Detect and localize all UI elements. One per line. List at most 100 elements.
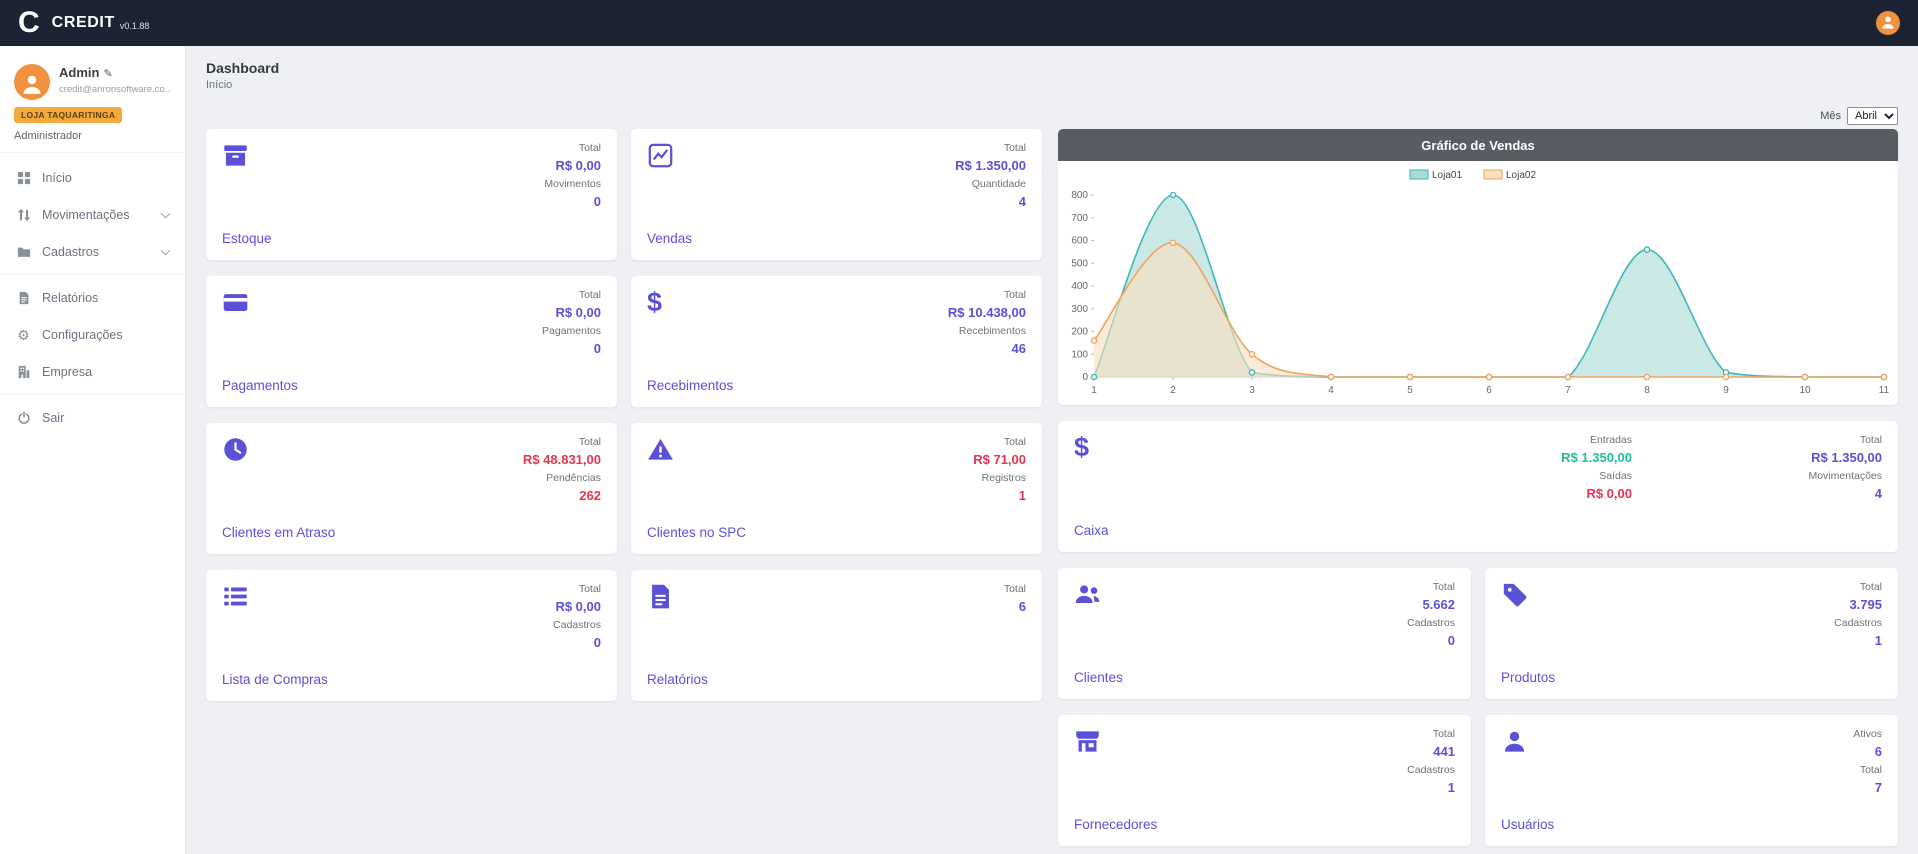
archive-icon xyxy=(222,142,249,169)
sidebar-item-sair[interactable]: Sair xyxy=(0,399,185,436)
power-icon xyxy=(16,410,31,425)
card-relatorios[interactable]: Total 6 Relatórios xyxy=(631,570,1042,701)
x-tick-label: 4 xyxy=(1328,385,1334,396)
right-card-grid: Total 5.662 Cadastros 0 Clientes Total 3… xyxy=(1058,568,1898,846)
data-point xyxy=(1723,374,1728,379)
credit-card-icon xyxy=(222,289,249,316)
chevron-down-icon xyxy=(161,208,171,218)
sidebar-item-label: Cadastros xyxy=(42,245,99,259)
sidebar-item-cadastros[interactable]: Cadastros xyxy=(0,233,185,270)
card-recebimentos[interactable]: $ Total R$ 10.438,00 Recebimentos 46 Rec… xyxy=(631,276,1042,407)
card-usuarios[interactable]: Ativos 6 Total 7 Usuários xyxy=(1485,715,1898,846)
legend-swatch xyxy=(1484,170,1502,179)
x-tick-label: 2 xyxy=(1170,385,1176,396)
warning-icon xyxy=(647,436,674,463)
document-icon xyxy=(647,583,674,610)
legend-label: Loja02 xyxy=(1506,170,1536,181)
card-title: Recebimentos xyxy=(647,378,733,393)
stat-label: Total xyxy=(1853,762,1882,778)
data-point xyxy=(1091,374,1096,379)
card-produtos[interactable]: Total 3.795 Cadastros 1 Produtos xyxy=(1485,568,1898,699)
month-select[interactable]: Abril xyxy=(1847,107,1898,125)
stat-label: Total xyxy=(1004,581,1026,597)
tag-icon xyxy=(1501,581,1528,608)
stat-value: R$ 71,00 xyxy=(973,450,1026,470)
page-title: Dashboard xyxy=(206,60,1898,76)
topbar-user-avatar[interactable] xyxy=(1876,11,1900,35)
sales-area-chart: 01002003004005006007008001234567891011Lo… xyxy=(1058,161,1898,405)
stat-label: Pagamentos xyxy=(542,323,601,339)
card-title: Usuários xyxy=(1501,817,1554,832)
stat-label: Quantidade xyxy=(955,176,1026,192)
month-filter: Mês Abril xyxy=(1058,107,1898,125)
stat-label: Saídas xyxy=(1561,468,1632,484)
card-clientes-no-spc[interactable]: Total R$ 71,00 Registros 1 Clientes no S… xyxy=(631,423,1042,554)
data-point xyxy=(1802,374,1807,379)
data-point xyxy=(1881,374,1886,379)
stat-label: Cadastros xyxy=(1834,615,1882,631)
user-avatar-icon xyxy=(20,71,44,100)
stat-label: Cadastros xyxy=(1407,615,1455,631)
sidebar-item-label: Relatórios xyxy=(42,291,98,305)
stat-value: 6 xyxy=(1853,742,1882,762)
user-role: Administrador xyxy=(14,130,171,142)
stat-value: 7 xyxy=(1853,778,1882,798)
card-title: Clientes no SPC xyxy=(647,525,746,540)
stat-value: R$ 1.350,00 xyxy=(1808,448,1882,468)
chart-title: Gráfico de Vendas xyxy=(1058,129,1898,161)
stat-label: Total xyxy=(1834,579,1882,595)
app-logo: C xyxy=(18,8,40,38)
y-tick-label: 0 xyxy=(1082,372,1088,383)
stat-value: R$ 0,00 xyxy=(542,303,601,323)
list-icon xyxy=(222,583,249,610)
y-tick-label: 300 xyxy=(1071,304,1088,315)
card-fornecedores[interactable]: Total 441 Cadastros 1 Fornecedores xyxy=(1058,715,1471,846)
legend-label: Loja01 xyxy=(1432,170,1462,181)
sidebar-item-relatorios[interactable]: Relatórios xyxy=(0,279,185,316)
user-avatar-icon xyxy=(1880,14,1896,35)
stat-value: R$ 1.350,00 xyxy=(955,156,1026,176)
stat-label: Registros xyxy=(973,470,1026,486)
user-panel: Admin✎ credit@anronsoftware.co... LOJA T… xyxy=(0,46,185,153)
stat-label: Total xyxy=(948,287,1026,303)
stat-label: Cadastros xyxy=(553,617,601,633)
brand-name: CREDIT xyxy=(52,14,115,32)
pencil-icon[interactable]: ✎ xyxy=(103,68,112,80)
stat-value: 262 xyxy=(523,486,601,506)
data-point xyxy=(1249,352,1254,357)
card-vendas[interactable]: Total R$ 1.350,00 Quantidade 4 Vendas xyxy=(631,129,1042,260)
stat-value: R$ 1.350,00 xyxy=(1561,448,1632,468)
card-stats: Total R$ 10.438,00 Recebimentos 46 xyxy=(948,287,1026,359)
user-avatar[interactable] xyxy=(14,64,50,100)
card-lista-de-compras[interactable]: Total R$ 0,00 Cadastros 0 Lista de Compr… xyxy=(206,570,617,701)
gear-icon: ⚙ xyxy=(16,327,31,342)
card-stats: Total R$ 1.350,00 Quantidade 4 xyxy=(955,140,1026,212)
card-clientes-em-atraso[interactable]: Total R$ 48.831,00 Pendências 262 Client… xyxy=(206,423,617,554)
stat-value: R$ 48.831,00 xyxy=(523,450,601,470)
card-pagamentos[interactable]: Total R$ 0,00 Pagamentos 0 Pagamentos xyxy=(206,276,617,407)
card-clientes[interactable]: Total 5.662 Cadastros 0 Clientes xyxy=(1058,568,1471,699)
data-point xyxy=(1486,374,1491,379)
card-title: Produtos xyxy=(1501,670,1555,685)
sidebar-item-movimentacoes[interactable]: Movimentações xyxy=(0,196,185,233)
card-caixa[interactable]: $ Entradas R$ 1.350,00 Saídas R$ 0,00 To… xyxy=(1058,421,1898,552)
sidebar-item-label: Empresa xyxy=(42,365,92,379)
folder-icon xyxy=(16,244,31,259)
sidebar-item-label: Sair xyxy=(42,411,64,425)
card-estoque[interactable]: Total R$ 0,00 Movimentos 0 Estoque xyxy=(206,129,617,260)
sidebar-item-configuracoes[interactable]: ⚙ Configurações xyxy=(0,316,185,353)
stat-value: 0 xyxy=(542,339,601,359)
sidebar-item-empresa[interactable]: Empresa xyxy=(0,353,185,390)
stat-label: Movimentações xyxy=(1808,468,1882,484)
card-stats: Total R$ 71,00 Registros 1 xyxy=(973,434,1026,506)
sidebar-item-inicio[interactable]: Início xyxy=(0,159,185,196)
stat-value: R$ 0,00 xyxy=(544,156,601,176)
swap-arrows-icon xyxy=(16,207,31,222)
sidebar-item-label: Início xyxy=(42,171,72,185)
grid-icon xyxy=(16,170,31,185)
stat-label: Movimentos xyxy=(544,176,601,192)
data-point xyxy=(1565,374,1570,379)
sidebar: Admin✎ credit@anronsoftware.co... LOJA T… xyxy=(0,46,186,854)
data-point xyxy=(1170,192,1175,197)
card-title: Caixa xyxy=(1074,523,1109,538)
